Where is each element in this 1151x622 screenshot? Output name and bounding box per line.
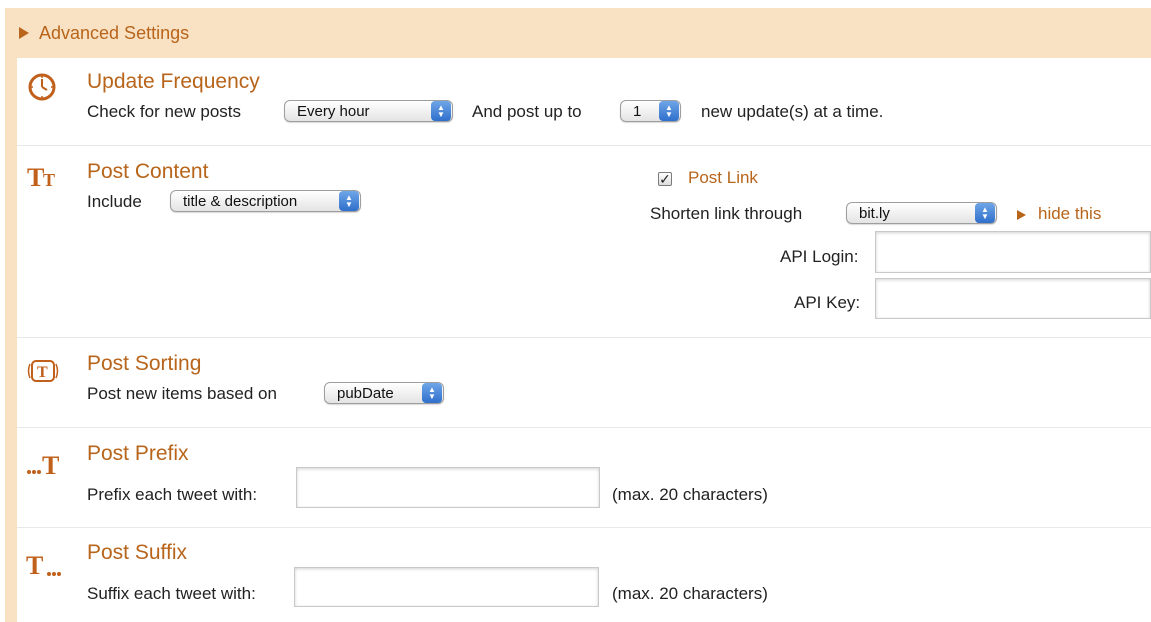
disclosure-triangle-icon xyxy=(19,27,29,39)
post-up-to-label: And post up to xyxy=(472,102,582,121)
frequency-select[interactable]: Every hour ▲ ▼ xyxy=(284,100,453,122)
api-key-label: API Key: xyxy=(794,293,861,312)
frequency-select-value: Every hour xyxy=(297,102,370,120)
include-label: Include xyxy=(87,192,142,211)
post-count-value: 1 xyxy=(633,102,642,120)
select-arrows-icon: ▲ ▼ xyxy=(422,383,442,403)
updates-at-a-time-label: new update(s) at a time. xyxy=(701,102,884,121)
clock-icon xyxy=(28,73,56,101)
include-select-value: title & description xyxy=(183,192,298,210)
advanced-settings-toggle[interactable]: Advanced Settings xyxy=(5,8,1151,58)
post-suffix-section: T Post Suffix Suffix each tweet with: (m… xyxy=(17,528,1151,622)
api-login-label: API Login: xyxy=(780,247,859,266)
select-arrows-icon: ▲ ▼ xyxy=(431,101,451,121)
prefix-hint: (max. 20 characters) xyxy=(612,485,768,504)
svg-text:T: T xyxy=(42,451,59,480)
api-key-input[interactable] xyxy=(875,278,1151,319)
hide-this-triangle-icon xyxy=(1017,210,1026,220)
post-content-title: Post Content xyxy=(87,160,209,183)
post-sorting-title: Post Sorting xyxy=(87,352,202,375)
prefix-label: Prefix each tweet with: xyxy=(87,485,258,504)
shorten-service-select[interactable]: bit.ly ▲ ▼ xyxy=(846,202,997,224)
post-link-checkbox[interactable]: ✓ xyxy=(658,172,672,186)
svg-text:T: T xyxy=(27,163,44,192)
svg-text:T: T xyxy=(26,551,43,580)
prefix-input[interactable] xyxy=(296,467,600,508)
post-prefix-title: Post Prefix xyxy=(87,442,189,465)
post-count-select[interactable]: 1 ▲ ▼ xyxy=(620,100,681,122)
shorten-service-value: bit.ly xyxy=(859,204,890,222)
select-arrows-icon: ▲ ▼ xyxy=(975,203,995,223)
svg-text:T: T xyxy=(37,364,48,381)
post-sorting-label: Post new items based on xyxy=(87,384,277,403)
advanced-settings-title: Advanced Settings xyxy=(39,22,190,43)
include-select[interactable]: title & description ▲ ▼ xyxy=(170,190,361,212)
suffix-label: Suffix each tweet with: xyxy=(87,584,256,603)
text-size-icon: T T xyxy=(27,163,55,192)
post-prefix-section: T Post Prefix Prefix each tweet with: (m… xyxy=(17,428,1151,528)
sorting-select[interactable]: pubDate ▲ ▼ xyxy=(324,382,444,404)
sorting-select-value: pubDate xyxy=(337,384,394,402)
post-sorting-section: T Post Sorting Post new items based on p… xyxy=(17,338,1151,428)
suffix-hint: (max. 20 characters) xyxy=(612,584,768,603)
suffix-input[interactable] xyxy=(294,567,599,607)
select-arrows-icon: ▲ ▼ xyxy=(659,101,679,121)
update-frequency-section: Update Frequency Check for new posts Eve… xyxy=(17,58,1151,146)
sort-text-icon: T xyxy=(27,360,59,382)
update-frequency-title: Update Frequency xyxy=(87,70,260,93)
svg-text:T: T xyxy=(43,170,55,190)
select-arrows-icon: ▲ ▼ xyxy=(339,191,359,211)
post-link-label[interactable]: Post Link xyxy=(688,168,758,188)
post-suffix-title: Post Suffix xyxy=(87,541,187,564)
post-content-section: T T Post Content Include title & descrip… xyxy=(17,146,1151,338)
shorten-link-label: Shorten link through xyxy=(650,204,803,223)
prefix-text-icon: T xyxy=(27,451,59,480)
api-login-input[interactable] xyxy=(875,231,1151,273)
hide-this-link[interactable]: hide this xyxy=(1038,204,1101,224)
suffix-text-icon: T xyxy=(26,551,61,580)
check-for-posts-label: Check for new posts xyxy=(87,102,242,121)
